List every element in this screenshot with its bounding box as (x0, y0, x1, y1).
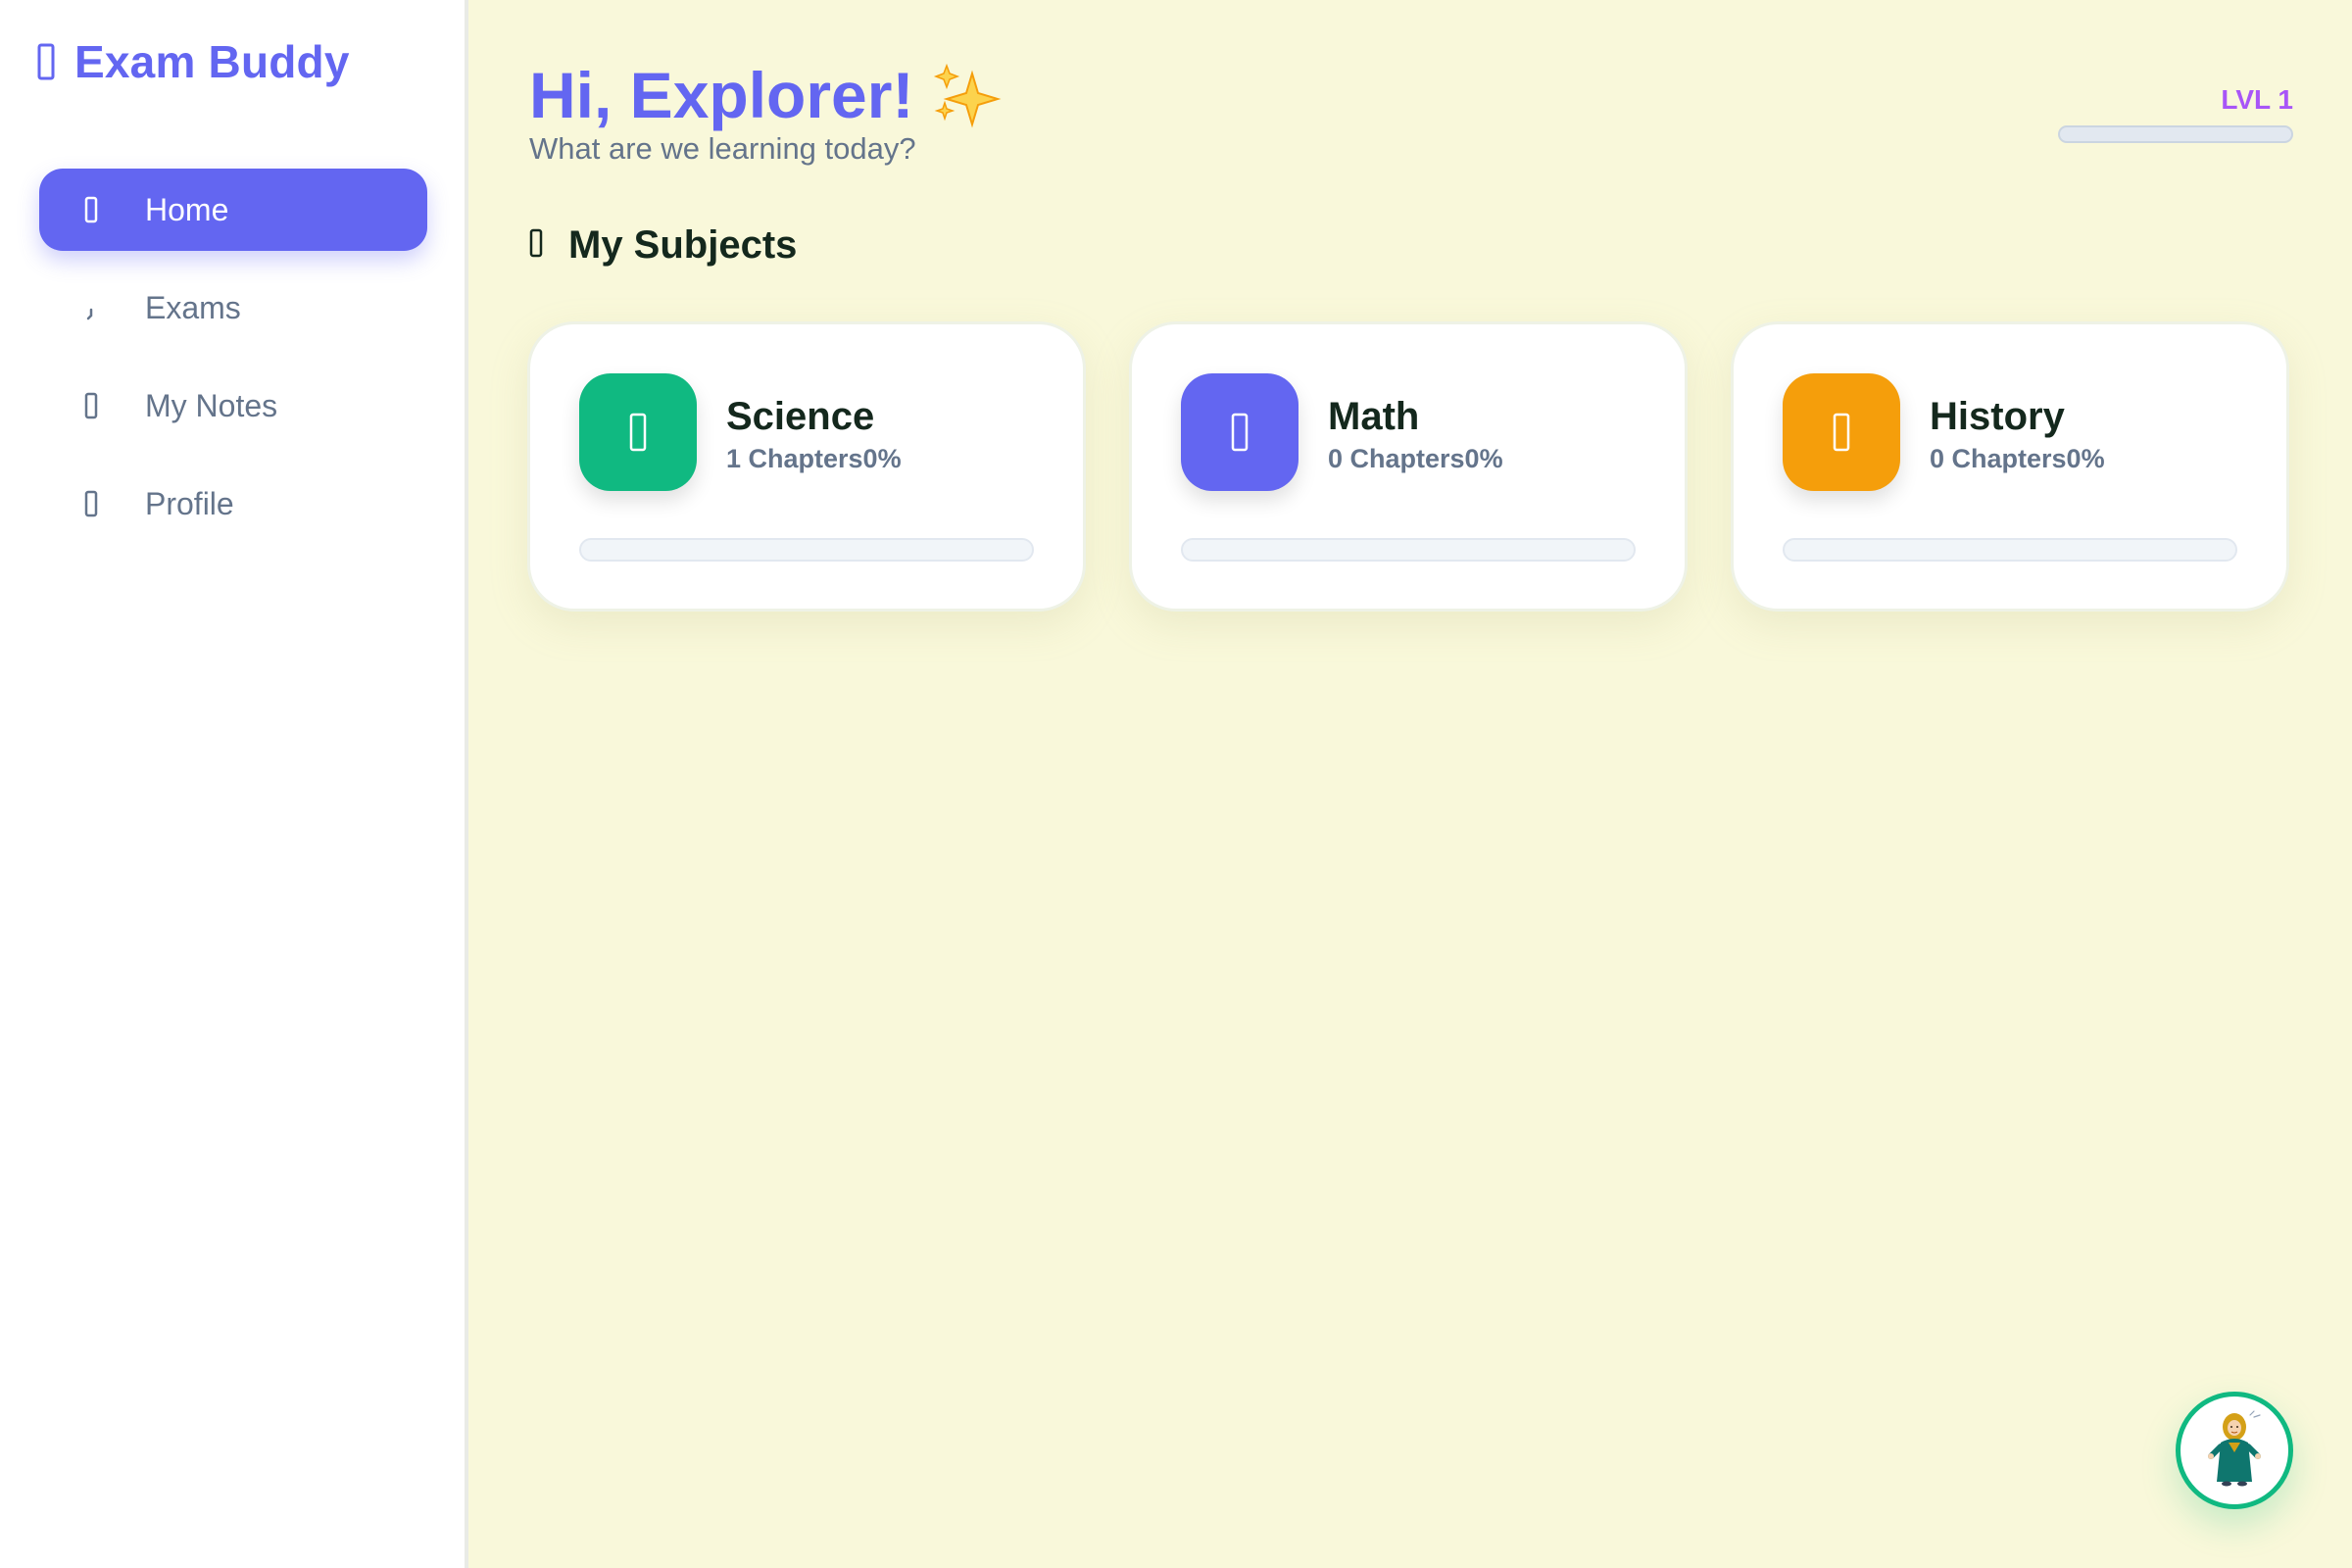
greeting-text: Hi, Explorer! (529, 59, 914, 131)
sidebar-item-exams[interactable]: Exams (39, 267, 427, 349)
section-title: My Subjects (568, 223, 798, 267)
page-subtitle: What are we learning today? (529, 131, 916, 166)
main-content: Hi, Explorer! What are we learning today… (468, 0, 2352, 1568)
subject-cards: Science 1 Chapters0% Math 0 Chapters0% H… (527, 321, 2289, 612)
books-icon (529, 228, 543, 263)
subject-card-science[interactable]: Science 1 Chapters0% (527, 321, 1086, 612)
scroll-icon (1783, 373, 1900, 491)
subject-name: Science (726, 395, 875, 438)
level-label: LVL 1 (2221, 84, 2293, 115)
mascot-avatar-icon (2205, 1409, 2264, 1493)
level-indicator: LVL 1 (2058, 84, 2293, 143)
subject-progress-bar (579, 538, 1034, 562)
user-icon (65, 490, 118, 517)
notebook-icon (65, 392, 118, 419)
calculator-icon (1181, 373, 1298, 491)
flask-icon (579, 373, 697, 491)
sidebar-item-label: My Notes (145, 387, 278, 423)
app-title: Exam Buddy (74, 36, 350, 87)
level-progress-bar (2058, 125, 2293, 143)
greeting-block: Hi, Explorer! What are we learning today… (529, 55, 1005, 167)
subject-meta: 0 Chapters0% (1328, 444, 1503, 473)
subject-progress-bar (1181, 538, 1636, 562)
subject-card-math[interactable]: Math 0 Chapters0% (1129, 321, 1688, 612)
section-header: My Subjects (529, 223, 797, 268)
subject-card-history[interactable]: History 0 Chapters0% (1731, 321, 2289, 612)
subject-name: History (1930, 395, 2065, 438)
sidebar-item-label: Home (145, 191, 229, 227)
graduation-cap-icon (37, 43, 55, 80)
sidebar-item-home[interactable]: Home (39, 169, 427, 251)
sparkle-icon (929, 60, 1005, 130)
subject-meta: 0 Chapters0% (1930, 444, 2105, 473)
sidebar-item-profile[interactable]: Profile (39, 463, 427, 545)
sidebar-item-label: Exams (145, 289, 241, 325)
sidebar-item-label: Profile (145, 485, 234, 521)
sidebar-item-my-notes[interactable]: My Notes (39, 365, 427, 447)
sidebar-nav: Home Exams My Notes Profile (39, 169, 427, 561)
brand[interactable]: Exam Buddy (37, 35, 350, 88)
mascot-button[interactable] (2176, 1392, 2293, 1509)
subject-meta: 1 Chapters0% (726, 444, 902, 473)
clipboard-icon (65, 294, 118, 321)
subject-progress-bar (1783, 538, 2237, 562)
home-icon (65, 196, 118, 223)
page-title: Hi, Explorer! (529, 55, 1005, 135)
sidebar: Exam Buddy Home Exams My Notes Profile (0, 0, 468, 1568)
subject-name: Math (1328, 395, 1420, 438)
